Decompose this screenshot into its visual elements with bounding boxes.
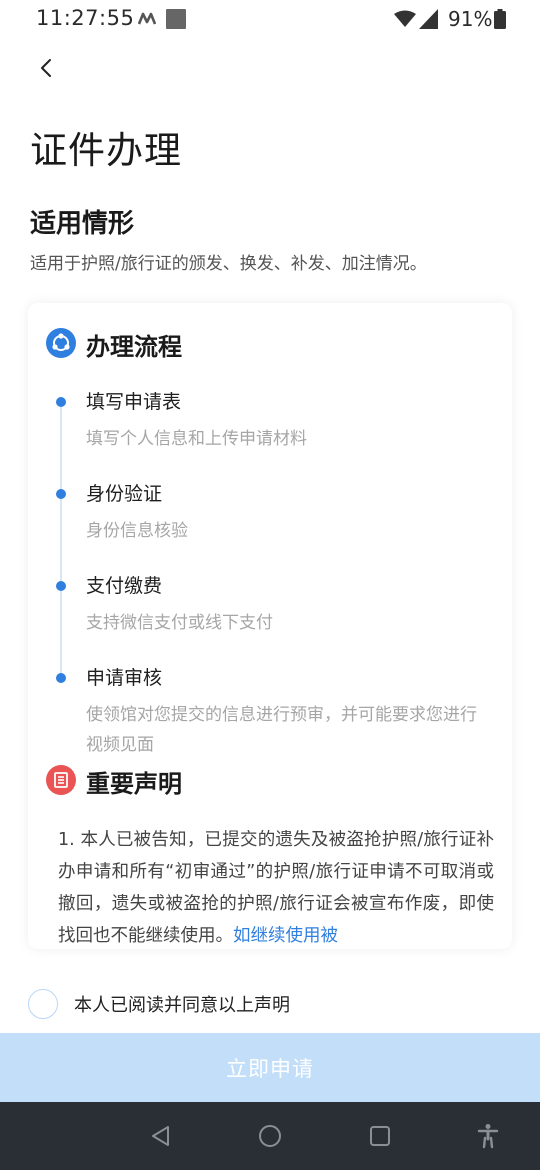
accessibility-icon [477,1124,499,1149]
applicability-description: 适用于护照/旅行证的颁发、换发、补发、加注情况。 [30,254,427,274]
circle-home-icon [259,1125,281,1147]
process-flow-icon [46,328,76,358]
square-recents-icon [370,1126,390,1146]
step-dot [56,489,66,499]
status-bar: 11:27:55 91% [0,0,540,40]
apply-button[interactable]: 立即申请 [0,1033,540,1102]
step-description: 填写个人信息和上传申请材料 [86,429,307,449]
nav-accessibility-button[interactable] [475,1123,501,1149]
chevron-left-icon [41,59,51,77]
step-dot [56,397,66,407]
back-button[interactable] [30,52,62,84]
battery-percent: 91% [448,7,493,31]
declaration-link[interactable]: 如继续使用被 [233,926,338,946]
step-description: 支持微信支付或线下支付 [86,613,273,633]
agreement-label: 本人已阅读并同意以上声明 [74,995,290,1016]
nav-back-button[interactable] [148,1123,174,1149]
step-description: 身份信息核验 [86,521,188,541]
status-time: 11:27:55 [36,6,135,30]
applicability-title: 适用情形 [30,209,135,239]
battery-icon [494,9,506,33]
timeline-line [60,398,62,678]
step-title: 身份验证 [86,483,163,505]
info-card[interactable]: 办理流程 填写申请表 填写个人信息和上传申请材料 身份验证 身份信息核验 支付缴… [28,303,512,949]
declaration-text: 1. 本人已被告知，已提交的遗失及被盗抢护照/旅行证补办申请和所有“初审通过”的… [58,824,494,949]
step-title: 申请审核 [86,667,163,689]
nav-recents-button[interactable] [367,1123,393,1149]
declaration-title: 重要声明 [86,770,182,798]
triangle-back-icon [152,1126,169,1146]
step-title: 填写申请表 [86,391,182,413]
step-title: 支付缴费 [86,575,163,597]
notification-app-icon [137,11,158,30]
nav-home-button[interactable] [257,1123,283,1149]
step-dot [56,581,66,591]
system-navigation-bar [0,1102,540,1170]
agreement-row[interactable]: 本人已阅读并同意以上声明 [28,988,290,1020]
signal-icon [419,9,438,33]
step-dot [56,673,66,683]
agreement-checkbox[interactable] [28,989,58,1019]
notification-square-icon [166,9,186,29]
declaration-document-icon [46,765,76,795]
process-title: 办理流程 [86,333,182,361]
page-title: 证件办理 [30,129,182,172]
wifi-icon [394,10,416,32]
step-description: 使领馆对您提交的信息进行预审，并可能要求您进行视频见面 [86,705,477,755]
